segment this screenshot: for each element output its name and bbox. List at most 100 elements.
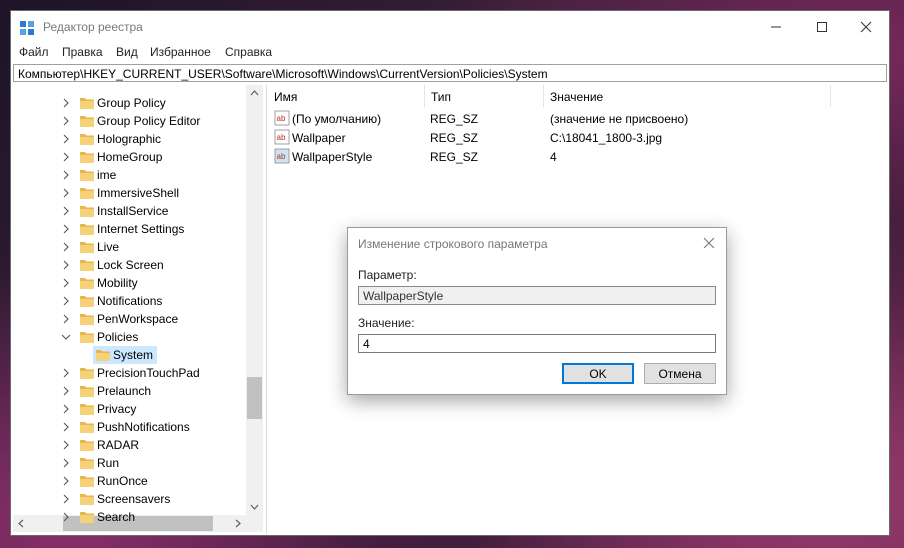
- value-label: Значение:: [358, 316, 415, 330]
- tree-item[interactable]: PrecisionTouchPad: [13, 364, 245, 382]
- maximize-icon: [817, 22, 827, 32]
- address-bar[interactable]: Компьютер\HKEY_CURRENT_USER\Software\Mic…: [13, 64, 887, 82]
- tree-item[interactable]: PushNotifications: [13, 418, 245, 436]
- close-icon: [860, 21, 872, 33]
- maximize-button[interactable]: [799, 11, 845, 43]
- scroll-down-icon[interactable]: [246, 498, 263, 515]
- chevron-right-icon[interactable]: [61, 296, 71, 306]
- value-input[interactable]: 4: [358, 334, 716, 353]
- chevron-right-icon[interactable]: [61, 224, 71, 234]
- close-button[interactable]: [843, 11, 889, 43]
- chevron-right-icon[interactable]: [61, 440, 71, 450]
- tree-item[interactable]: Live: [13, 238, 245, 256]
- tree-item[interactable]: Search: [13, 508, 245, 526]
- column-header-data[interactable]: Значение: [544, 85, 830, 107]
- column-header-name[interactable]: Имя: [268, 85, 424, 107]
- tree-vertical-scrollbar[interactable]: [246, 85, 263, 515]
- chevron-right-icon[interactable]: [61, 494, 71, 504]
- tree-item[interactable]: RunOnce: [13, 472, 245, 490]
- title-bar[interactable]: Редактор реестра: [11, 11, 889, 43]
- chevron-right-icon[interactable]: [61, 386, 71, 396]
- chevron-right-icon[interactable]: [61, 152, 71, 162]
- tree-item-label: ImmersiveShell: [97, 186, 180, 200]
- tree-item[interactable]: Lock Screen: [13, 256, 245, 274]
- menu-view[interactable]: Вид: [116, 45, 138, 59]
- value-row[interactable]: ab Wallpaper REG_SZ C:\18041_1800-3.jpg: [268, 128, 888, 147]
- edit-string-dialog: Изменение строкового параметра Параметр:…: [347, 227, 727, 395]
- tree-item[interactable]: RADAR: [13, 436, 245, 454]
- svg-text:ab: ab: [277, 114, 286, 123]
- chevron-right-icon[interactable]: [61, 260, 71, 270]
- tree-item[interactable]: Internet Settings: [13, 220, 245, 238]
- key-tree: Group Policy Group Policy Editor Holograph…: [13, 85, 267, 533]
- minimize-button[interactable]: [753, 11, 799, 43]
- folder-icon: [80, 512, 94, 523]
- chevron-down-icon[interactable]: [61, 332, 71, 342]
- tree-item[interactable]: System: [13, 346, 245, 364]
- menu-edit[interactable]: Правка: [62, 45, 103, 59]
- close-icon[interactable]: [700, 234, 718, 252]
- folder-icon: [80, 422, 94, 433]
- tree-item[interactable]: PenWorkspace: [13, 310, 245, 328]
- chevron-right-icon[interactable]: [61, 422, 71, 432]
- tree-item-label: Lock Screen: [97, 258, 164, 272]
- folder-icon: [80, 458, 94, 469]
- tree-item-label: PrecisionTouchPad: [97, 366, 200, 380]
- folder-icon: [80, 170, 94, 181]
- chevron-right-icon[interactable]: [61, 512, 71, 522]
- tree-item[interactable]: Privacy: [13, 400, 245, 418]
- folder-icon: [80, 242, 94, 253]
- registry-app-icon: [20, 21, 34, 35]
- scroll-up-icon[interactable]: [246, 85, 263, 102]
- chevron-right-icon[interactable]: [61, 170, 71, 180]
- tree-item[interactable]: ime: [13, 166, 245, 184]
- tree-item[interactable]: Holographic: [13, 130, 245, 148]
- tree-scroll-thumb[interactable]: [247, 377, 262, 419]
- chevron-right-icon[interactable]: [61, 476, 71, 486]
- tree-item-label: PushNotifications: [97, 420, 190, 434]
- column-divider[interactable]: [830, 85, 831, 107]
- folder-icon: [80, 296, 94, 307]
- chevron-right-icon[interactable]: [61, 404, 71, 414]
- chevron-right-icon[interactable]: [61, 242, 71, 252]
- chevron-right-icon[interactable]: [61, 278, 71, 288]
- menu-favorites[interactable]: Избранное: [150, 45, 211, 59]
- chevron-right-icon[interactable]: [61, 116, 71, 126]
- chevron-right-icon[interactable]: [61, 98, 71, 108]
- chevron-right-icon[interactable]: [61, 458, 71, 468]
- tree-item[interactable]: InstallService: [13, 202, 245, 220]
- header-name-label: Имя: [274, 90, 298, 104]
- tree-item-label: InstallService: [97, 204, 169, 218]
- tree-item[interactable]: Group Policy: [13, 94, 245, 112]
- value-type-cell: REG_SZ: [430, 150, 479, 164]
- tree-item[interactable]: Policies: [13, 328, 245, 346]
- tree-item[interactable]: Mobility: [13, 274, 245, 292]
- chevron-right-icon[interactable]: [61, 314, 71, 324]
- string-value-icon: ab: [274, 148, 290, 164]
- tree-item-label: Screensavers: [97, 492, 171, 506]
- chevron-right-icon[interactable]: [61, 368, 71, 378]
- folder-icon: [80, 116, 94, 127]
- tree-item[interactable]: HomeGroup: [13, 148, 245, 166]
- value-row[interactable]: ab WallpaperStyle REG_SZ 4: [268, 147, 888, 166]
- value-row[interactable]: ab (По умолчанию) REG_SZ (значение не присв…: [268, 109, 888, 128]
- folder-icon: [80, 404, 94, 415]
- chevron-right-icon[interactable]: [61, 188, 71, 198]
- menu-help[interactable]: Справка: [225, 45, 272, 59]
- column-header-type[interactable]: Тип: [425, 85, 543, 107]
- tree-item[interactable]: Run: [13, 454, 245, 472]
- folder-icon: [80, 386, 94, 397]
- tree-item[interactable]: Prelaunch: [13, 382, 245, 400]
- tree-item[interactable]: ImmersiveShell: [13, 184, 245, 202]
- chevron-right-icon[interactable]: [61, 206, 71, 216]
- svg-text:ab: ab: [277, 152, 286, 161]
- ok-button[interactable]: OK: [562, 363, 634, 384]
- tree-item[interactable]: Notifications: [13, 292, 245, 310]
- param-name-field: WallpaperStyle: [358, 286, 716, 305]
- cancel-button[interactable]: Отмена: [644, 363, 716, 384]
- tree-item-label: RunOnce: [97, 474, 148, 488]
- tree-item[interactable]: Group Policy Editor: [13, 112, 245, 130]
- menu-file[interactable]: Файл: [19, 45, 49, 59]
- chevron-right-icon[interactable]: [61, 134, 71, 144]
- tree-item[interactable]: Screensavers: [13, 490, 245, 508]
